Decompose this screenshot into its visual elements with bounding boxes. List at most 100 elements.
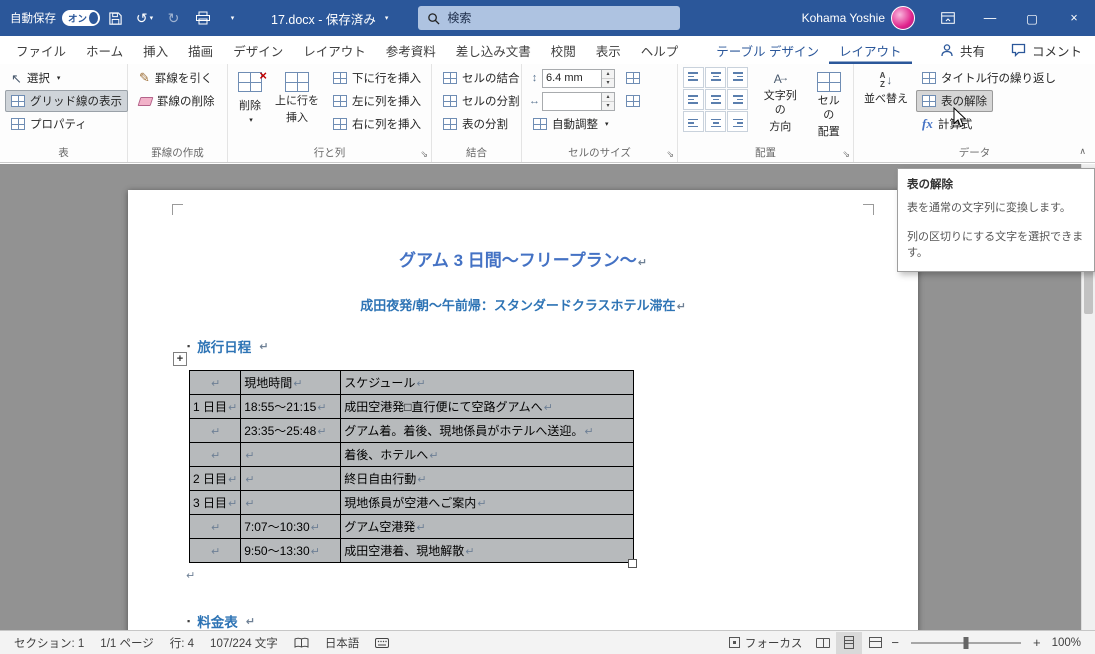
dialog-launcher-alignment[interactable]: ⇘ [842, 150, 850, 159]
insert-below-button[interactable]: 下に行を挿入 [327, 67, 427, 89]
tab-review[interactable]: 校閲 [541, 36, 586, 64]
zoom-level[interactable]: 100% [1044, 637, 1089, 649]
formula-button[interactable]: fx 計算式 [916, 113, 978, 135]
table-cell[interactable]: スケジュール↵ [340, 370, 635, 395]
eraser-button[interactable]: 罫線の削除 [133, 90, 221, 112]
minimize-button[interactable]: — [969, 0, 1011, 36]
draw-table-button[interactable]: ✎ 罫線を引く [133, 67, 218, 89]
autofit-button[interactable]: 自動調整 ▾ [527, 113, 673, 135]
undo-button[interactable]: ↺ ▾ [131, 3, 158, 33]
status-page[interactable]: 1/1 ページ [92, 635, 161, 651]
dialog-launcher-rows-columns[interactable]: ⇘ [420, 150, 428, 159]
table-cell[interactable]: 2 日目↵ [188, 466, 242, 491]
row-height-spinner[interactable]: ▴ ▾ [602, 68, 615, 88]
table-cell[interactable]: 3 日目↵ [188, 490, 242, 515]
tab-table-design[interactable]: テーブル デザイン [706, 36, 829, 64]
column-width-spinner[interactable]: ▴ ▾ [602, 91, 615, 111]
select-button[interactable]: ↖ 選択 ▾ [5, 67, 66, 89]
zoom-out-button[interactable]: − [888, 635, 902, 650]
table-cell[interactable]: 7:07～10:30↵ [240, 514, 342, 539]
tab-file[interactable]: ファイル [6, 36, 76, 64]
tab-help[interactable]: ヘルプ [631, 36, 689, 64]
distribute-columns-button[interactable] [621, 91, 645, 111]
status-language[interactable]: 日本語 [317, 635, 368, 651]
table-cell[interactable]: 9:50～13:30↵ [240, 538, 342, 563]
repeat-header-rows-button[interactable]: タイトル行の繰り返し [916, 67, 1062, 89]
split-table-button[interactable]: 表の分割 [437, 113, 514, 135]
table-cell[interactable]: ↵ [188, 442, 242, 467]
table-cell[interactable]: 現地時間↵ [240, 370, 342, 395]
comments-button[interactable]: コメント [998, 36, 1095, 64]
search-input[interactable] [447, 11, 672, 25]
table-cell[interactable]: 成田空港発□直行便にて空路グアムへ↵ [340, 394, 635, 419]
insert-above-button[interactable]: 上に行を 挿入 [270, 67, 324, 128]
table-cell[interactable]: 現地係員が空港へご案内↵ [340, 490, 635, 515]
align-center-right-button[interactable] [727, 89, 748, 110]
collapse-ribbon-button[interactable]: ∧ [1079, 146, 1086, 157]
table-cell[interactable]: グアム着。着後、現地係員がホテルへ送迎。↵ [340, 418, 635, 443]
tab-table-layout[interactable]: レイアウト [829, 36, 912, 64]
properties-button[interactable]: プロパティ [5, 113, 93, 135]
align-center-left-button[interactable] [683, 89, 704, 110]
zoom-in-button[interactable]: + [1030, 635, 1044, 650]
focus-mode-button[interactable]: フォーカス [721, 635, 811, 651]
read-mode-button[interactable] [810, 632, 836, 654]
tab-references[interactable]: 参考資料 [376, 36, 446, 64]
tab-mailings[interactable]: 差し込み文書 [446, 36, 541, 64]
table-cell[interactable]: ↵ [188, 370, 242, 395]
keyboard-status[interactable] [367, 637, 397, 648]
document-page[interactable]: グアム 3 日間～フリープラン～↵ 成田夜発/朝～午前帰：スタンダードクラスホテ… [128, 190, 918, 630]
redo-button[interactable]: ↻ [160, 3, 187, 33]
maximize-button[interactable]: ▢ [1011, 0, 1053, 36]
user-name[interactable]: Kohama Yoshie [802, 11, 885, 25]
table-move-handle[interactable]: + [173, 352, 187, 366]
print-button[interactable] [189, 3, 216, 33]
web-layout-button[interactable] [862, 632, 888, 654]
user-avatar[interactable] [891, 6, 915, 30]
document-title[interactable]: 17.docx - 保存済み ▾ [271, 9, 388, 28]
status-line[interactable]: 行: 4 [162, 635, 202, 651]
delete-button[interactable]: × 削除 ▾ [233, 67, 267, 126]
split-cells-button[interactable]: セルの分割 [437, 90, 526, 112]
cell-margins-button[interactable]: セルの 配置 [809, 67, 849, 141]
table-cell[interactable]: ↵ [188, 514, 242, 539]
share-button[interactable]: 共有 [927, 36, 998, 64]
align-top-left-button[interactable] [683, 67, 704, 88]
align-bottom-center-button[interactable] [705, 111, 726, 132]
table-cell[interactable]: 終日自由行動↵ [340, 466, 635, 491]
table-cell[interactable]: 18:55～21:15↵ [240, 394, 342, 419]
align-center-button[interactable] [705, 89, 726, 110]
table-cell[interactable]: グアム空港発↵ [340, 514, 635, 539]
ribbon-display-options-button[interactable] [927, 0, 969, 36]
save-button[interactable] [102, 3, 129, 33]
dialog-launcher-cell-size[interactable]: ⇘ [666, 150, 674, 159]
merge-cells-button[interactable]: セルの結合 [437, 67, 526, 89]
text-direction-button[interactable]: A ↓ 文字列の 方向 [755, 67, 806, 136]
table-cell[interactable]: ↵ [240, 490, 342, 515]
table-cell[interactable]: ↵ [240, 466, 342, 491]
autosave-toggle[interactable]: 自動保存 オン [10, 10, 100, 26]
table-cell[interactable]: 成田空港着、現地解散↵ [340, 538, 635, 563]
tab-home[interactable]: ホーム [76, 36, 133, 64]
search-box[interactable] [418, 6, 681, 30]
align-top-center-button[interactable] [705, 67, 726, 88]
document-main-title[interactable]: グアム 3 日間～フリープラン～↵ [188, 246, 858, 271]
proofing-status[interactable] [286, 637, 317, 649]
table-cell[interactable]: ↵ [188, 538, 242, 563]
align-top-right-button[interactable] [727, 67, 748, 88]
status-section[interactable]: セクション: 1 [6, 635, 92, 651]
align-bottom-left-button[interactable] [683, 111, 704, 132]
table-cell[interactable]: 着後、ホテルへ↵ [340, 442, 635, 467]
tab-view[interactable]: 表示 [586, 36, 631, 64]
close-button[interactable]: × [1053, 0, 1095, 36]
tab-design[interactable]: デザイン [223, 36, 293, 64]
insert-right-button[interactable]: 右に列を挿入 [327, 113, 427, 135]
tab-insert[interactable]: 挿入 [133, 36, 178, 64]
insert-left-button[interactable]: 左に列を挿入 [327, 90, 427, 112]
document-subtitle[interactable]: 成田夜発/朝～午前帰：スタンダードクラスホテル滞在↵ [188, 295, 858, 314]
table-resize-handle[interactable] [628, 559, 637, 568]
tab-draw[interactable]: 描画 [178, 36, 223, 64]
align-bottom-right-button[interactable] [727, 111, 748, 132]
table-cell[interactable]: ↵ [188, 418, 242, 443]
column-width-input[interactable] [542, 91, 602, 111]
